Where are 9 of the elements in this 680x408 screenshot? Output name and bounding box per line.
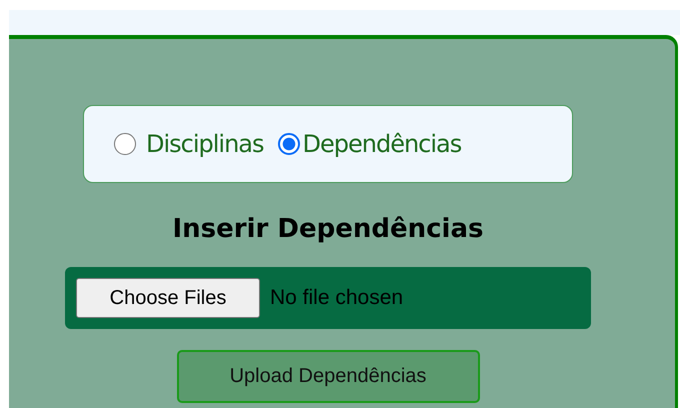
file-status: No file chosen: [270, 286, 404, 310]
choose-files-button[interactable]: Choose Files: [76, 278, 260, 318]
radio-button[interactable]: [114, 133, 136, 155]
radio-label[interactable]: Dependências: [302, 130, 462, 158]
file-input[interactable]: Choose Files No file chosen: [65, 267, 591, 329]
radio-button[interactable]: [278, 133, 300, 155]
upload-button[interactable]: Upload Dependências: [176, 350, 480, 403]
radio-label[interactable]: Disciplinas: [146, 130, 264, 158]
section-heading: Inserir Dependências: [172, 213, 484, 246]
